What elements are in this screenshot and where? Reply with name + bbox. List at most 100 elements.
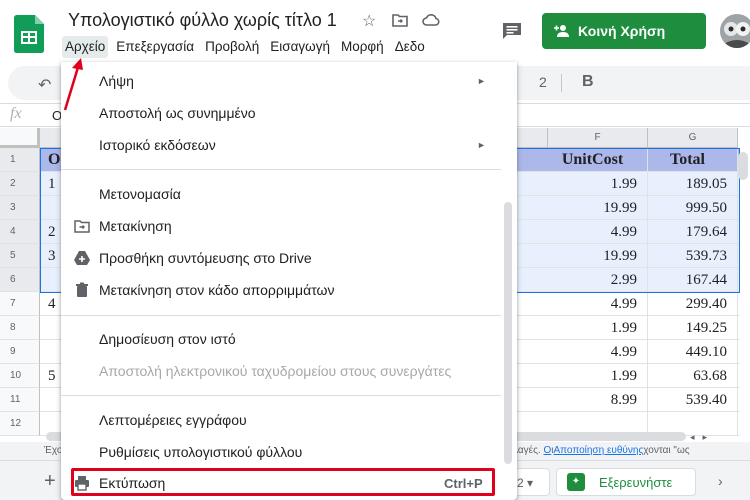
document-title[interactable]: Υπολογιστικό φύλλο χωρίς τίτλο 1 bbox=[68, 10, 337, 31]
undo-icon[interactable]: ↶ bbox=[38, 75, 51, 95]
menu-item-download[interactable]: Λήψη ► bbox=[61, 66, 501, 98]
cell-total[interactable]: 299.40 bbox=[648, 292, 738, 316]
add-sheet-button[interactable]: + bbox=[44, 470, 56, 493]
share-label: Κοινή Χρήση bbox=[578, 23, 666, 39]
cell-unitcost[interactable]: 4.99 bbox=[548, 220, 648, 244]
column-header-f[interactable]: F bbox=[548, 128, 648, 148]
menu-item-label: Μετονομασία bbox=[99, 186, 181, 202]
menu-item-document-details[interactable]: Λεπτομέρειες εγγράφου bbox=[61, 405, 501, 437]
menu-item-label: Δημοσίευση στον ιστό bbox=[99, 331, 236, 347]
select-all-corner[interactable] bbox=[0, 128, 40, 148]
row-header[interactable]: 4 bbox=[0, 220, 40, 244]
cell-unitcost[interactable]: 2.99 bbox=[548, 268, 648, 292]
menu-item-add-shortcut[interactable]: Προσθήκη συντόμευσης στο Drive bbox=[61, 243, 501, 275]
row-header[interactable]: 5 bbox=[0, 244, 40, 268]
sheet-selector-value: 2 bbox=[517, 476, 524, 490]
cell-total[interactable]: 63.68 bbox=[648, 364, 738, 388]
menu-format[interactable]: Μορφή bbox=[338, 36, 387, 58]
cell-unitcost[interactable]: 19.99 bbox=[548, 244, 648, 268]
share-button[interactable]: Κοινή Χρήση bbox=[542, 13, 706, 49]
cell-total[interactable]: 179.64 bbox=[648, 220, 738, 244]
menu-item-label: Λεπτομέρειες εγγράφου bbox=[99, 412, 247, 428]
menu-item-email-collaborators[interactable]: Αποστολή ηλεκτρονικού ταχυδρομείου στους… bbox=[61, 356, 501, 388]
toolbar-divider bbox=[561, 74, 562, 92]
cell-unitcost[interactable]: 19.99 bbox=[548, 196, 648, 220]
row-header[interactable]: 9 bbox=[0, 340, 40, 364]
cell-left-fragment[interactable]: 2 bbox=[48, 220, 56, 244]
row-header[interactable]: 6 bbox=[0, 268, 40, 292]
cell-left-fragment[interactable]: 4 bbox=[48, 292, 56, 316]
menu-item-email-attachment[interactable]: Αποστολή ως συνημμένο bbox=[61, 98, 501, 130]
menu-bar: Αρχείο Επεξεργασία Προβολή Εισαγωγή Μορφ… bbox=[62, 36, 433, 60]
row-header[interactable]: 1 bbox=[0, 148, 40, 172]
cell-unitcost[interactable]: 4.99 bbox=[548, 292, 648, 316]
row-header[interactable]: 11 bbox=[0, 388, 40, 412]
cell-total[interactable]: 999.50 bbox=[648, 196, 738, 220]
row-header[interactable]: 10 bbox=[0, 364, 40, 388]
cell-total[interactable]: 189.05 bbox=[648, 172, 738, 196]
menu-item-move[interactable]: Μετακίνηση bbox=[61, 211, 501, 243]
menu-file[interactable]: Αρχείο bbox=[62, 36, 109, 58]
menu-data[interactable]: Δεδο bbox=[392, 36, 428, 58]
move-folder-icon[interactable] bbox=[392, 13, 408, 27]
cell-left-fragment[interactable]: 3 bbox=[48, 244, 56, 268]
menu-divider bbox=[61, 315, 501, 316]
top-bar: Υπολογιστικό φύλλο χωρίς τίτλο 1 ☆ Αρχεί… bbox=[0, 0, 750, 62]
cell-left-fragment[interactable]: 1 bbox=[48, 172, 56, 196]
menu-item-publish-web[interactable]: Δημοσίευση στον ιστό bbox=[61, 324, 501, 356]
sheets-logo-icon[interactable] bbox=[14, 15, 44, 53]
header-cell-unitcost[interactable]: UnitCost bbox=[548, 148, 648, 172]
star-icon[interactable]: ☆ bbox=[362, 11, 376, 31]
row-header[interactable]: 2 bbox=[0, 172, 40, 196]
move-folder-icon bbox=[74, 220, 90, 233]
row-header[interactable]: 3 bbox=[0, 196, 40, 220]
disclaimer-link[interactable]: Αποποίηση ευθύνης bbox=[553, 445, 643, 456]
menu-item-move-to-trash[interactable]: Μετακίνηση στον κάδο απορριμμάτων bbox=[61, 275, 501, 307]
menu-edit[interactable]: Επεξεργασία bbox=[113, 36, 197, 58]
cell-total[interactable]: 149.25 bbox=[648, 316, 738, 340]
status-text-suffix: χονται "ως bbox=[643, 445, 690, 456]
menu-item-version-history[interactable]: Ιστορικό εκδόσεων ► bbox=[61, 130, 501, 162]
status-right-text: λλαγές. ΟιΑποποίηση ευθύνηςχονται "ως bbox=[508, 445, 690, 456]
explore-button[interactable]: ✦ Εξερευνήστε bbox=[556, 468, 696, 496]
menu-insert[interactable]: Εισαγωγή bbox=[267, 36, 333, 58]
cloud-status-icon[interactable] bbox=[422, 13, 440, 27]
menu-divider bbox=[61, 169, 501, 170]
side-panel-toggle-icon[interactable]: › bbox=[718, 473, 723, 489]
cell-total[interactable]: 167.44 bbox=[648, 268, 738, 292]
menu-item-spreadsheet-settings[interactable]: Ρυθμίσεις υπολογιστικού φύλλου bbox=[61, 437, 501, 469]
font-size-value[interactable]: 2 bbox=[539, 74, 547, 90]
menu-item-label: Προσθήκη συντόμευσης στο Drive bbox=[99, 250, 312, 266]
cell-unitcost[interactable]: 8.99 bbox=[548, 388, 648, 412]
row-header[interactable]: 12 bbox=[0, 412, 40, 436]
submenu-arrow-icon: ► bbox=[477, 76, 486, 86]
vertical-scrollbar[interactable] bbox=[738, 152, 748, 180]
menu-view[interactable]: Προβολή bbox=[202, 36, 262, 58]
column-header-g[interactable]: G bbox=[648, 128, 738, 148]
cell-total[interactable]: 449.10 bbox=[648, 340, 738, 364]
cell-unitcost[interactable]: 1.99 bbox=[548, 316, 648, 340]
comment-history-icon[interactable] bbox=[502, 22, 522, 40]
menu-item-rename[interactable]: Μετονομασία bbox=[61, 179, 501, 211]
cell-left-fragment[interactable]: O bbox=[48, 148, 60, 172]
user-avatar[interactable] bbox=[720, 14, 750, 48]
header-cell-total[interactable]: Total bbox=[648, 148, 738, 172]
print-highlight-annotation bbox=[71, 468, 495, 496]
menu-scrollbar[interactable] bbox=[504, 202, 512, 464]
cell-unitcost[interactable]: 1.99 bbox=[548, 364, 648, 388]
cell-unitcost[interactable]: 4.99 bbox=[548, 340, 648, 364]
cell-left-fragment[interactable]: 5 bbox=[48, 364, 56, 388]
row-header[interactable]: 7 bbox=[0, 292, 40, 316]
cell-total[interactable]: 539.40 bbox=[648, 388, 738, 412]
red-arrow-annotation bbox=[63, 58, 83, 111]
menu-item-label: Ιστορικό εκδόσεων bbox=[99, 137, 216, 153]
cell-unitcost[interactable]: 1.99 bbox=[548, 172, 648, 196]
explore-icon: ✦ bbox=[567, 473, 585, 491]
explore-label: Εξερευνήστε bbox=[599, 474, 673, 490]
bold-icon[interactable]: B bbox=[582, 73, 594, 91]
cell-total[interactable]: 539.73 bbox=[648, 244, 738, 268]
row-header[interactable]: 8 bbox=[0, 316, 40, 340]
menu-item-label: Αποστολή ως συνημμένο bbox=[99, 105, 256, 121]
submenu-arrow-icon: ► bbox=[477, 140, 486, 150]
fx-icon: fx bbox=[10, 105, 22, 122]
